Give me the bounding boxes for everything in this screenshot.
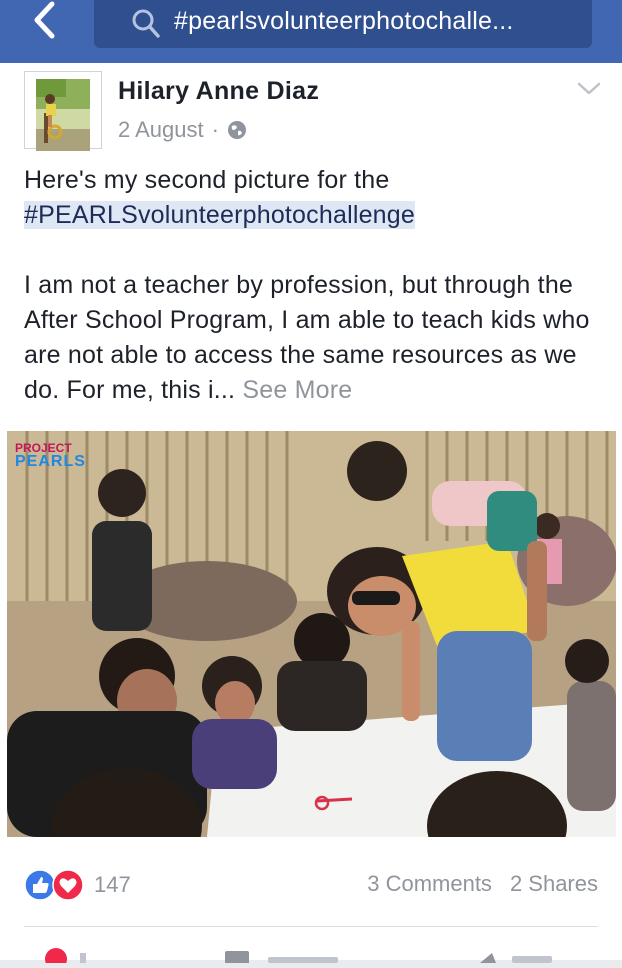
post-photo[interactable]: PROJECT PEARLS	[7, 431, 616, 837]
love-icon	[52, 869, 84, 901]
divider	[24, 926, 598, 927]
engagement-counts: 3 Comments 2 Shares	[367, 871, 598, 897]
post-meta: 2 August ·	[118, 117, 247, 143]
reaction-count[interactable]: 147	[94, 872, 131, 898]
avatar-image[interactable]	[36, 79, 90, 151]
avatar[interactable]	[24, 71, 102, 151]
post-options-button[interactable]	[576, 81, 602, 102]
hashtag-link[interactable]: #PEARLSvolunteerphotochallenge	[24, 201, 415, 229]
post-text-line1: Here's my second picture for the	[24, 166, 390, 194]
comments-count-link[interactable]: 3 Comments	[367, 871, 492, 897]
post-action-bar	[0, 943, 622, 968]
like-button[interactable]	[45, 948, 86, 968]
post-card: Hilary Anne Diaz 2 August · Here's my se…	[0, 63, 622, 968]
meta-separator: ·	[211, 117, 219, 142]
post-author-name[interactable]: Hilary Anne Diaz	[118, 77, 319, 106]
search-query-text[interactable]: #pearlsvolunteerphotochalle...	[174, 7, 514, 36]
post-date[interactable]: 2 August	[118, 117, 204, 143]
back-arrow-icon[interactable]	[32, 1, 56, 39]
project-pearls-logo: PROJECT PEARLS	[15, 441, 86, 470]
search-icon	[132, 9, 160, 38]
search-field[interactable]: #pearlsvolunteerphotochalle...	[94, 0, 592, 48]
chevron-down-icon[interactable]	[576, 81, 602, 97]
back-button[interactable]	[22, 0, 66, 40]
see-more-link[interactable]: See More	[242, 376, 352, 404]
shares-count-link[interactable]: 2 Shares	[510, 871, 598, 897]
post-body: Here's my second picture for the #PEARLS…	[24, 163, 604, 408]
share-button[interactable]	[480, 953, 552, 963]
top-navigation-bar: #pearlsvolunteerphotochalle...	[0, 0, 622, 63]
comment-button[interactable]	[225, 951, 338, 965]
reactions-summary[interactable]: 147	[24, 869, 131, 901]
globe-icon	[227, 121, 246, 139]
